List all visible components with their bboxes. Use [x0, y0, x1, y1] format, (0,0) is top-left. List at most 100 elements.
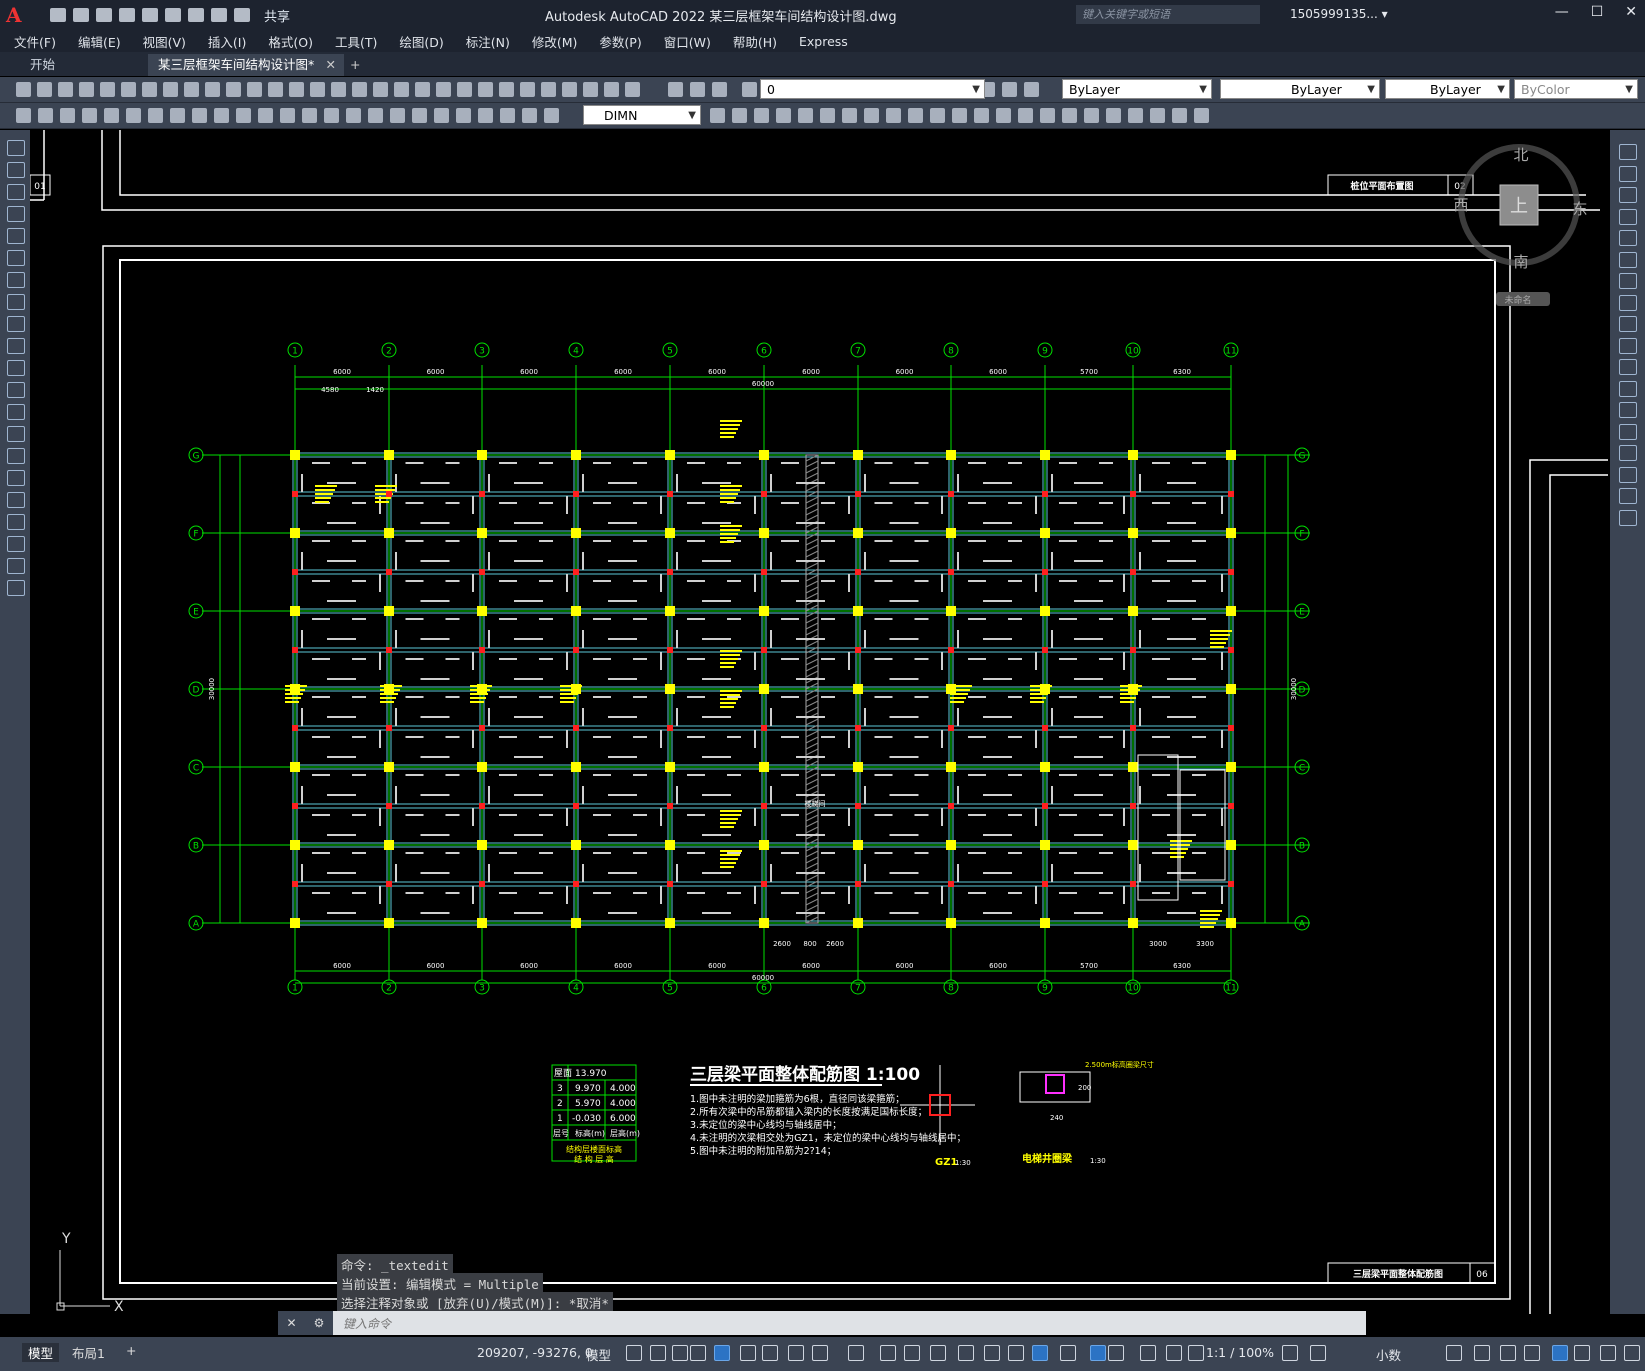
open-file-icon[interactable]	[73, 8, 89, 22]
command-input[interactable]: 键入命令	[343, 1315, 391, 1332]
status-tool-1-icon[interactable]	[626, 1345, 642, 1361]
dim-tool-19-icon[interactable]	[412, 108, 427, 123]
viewcube-wcs[interactable]: 未命名	[1504, 294, 1531, 306]
standard-tool-8-icon[interactable]	[163, 82, 178, 97]
status-tool-11-icon[interactable]	[880, 1345, 896, 1361]
standard-tool-21-icon[interactable]	[436, 82, 451, 97]
menu-help[interactable]: 帮助(H)	[733, 32, 777, 51]
viewcube-east[interactable]: 东	[1572, 200, 1587, 218]
print-icon[interactable]	[188, 8, 204, 22]
minimize-icon[interactable]: —	[1555, 4, 1569, 20]
status-tool-17-icon[interactable]	[1032, 1345, 1048, 1361]
dim-tool-4-icon[interactable]	[82, 108, 97, 123]
status-tool-31-icon[interactable]	[1574, 1345, 1590, 1361]
dim-tool-17-icon[interactable]	[368, 108, 383, 123]
dim-tool-39-icon[interactable]	[996, 108, 1011, 123]
user-account[interactable]: 1505999135... ▾	[1290, 7, 1388, 21]
draw-tool-17-icon[interactable]	[7, 492, 25, 508]
draw-tool-11-icon[interactable]	[7, 360, 25, 376]
modify-tool-15-icon[interactable]	[1619, 445, 1637, 461]
dim-tool-32-icon[interactable]	[842, 108, 857, 123]
modify-tool-14-icon[interactable]	[1619, 423, 1637, 440]
status-tool-4-icon[interactable]	[690, 1345, 706, 1361]
export-icon[interactable]	[165, 8, 181, 22]
modify-tool-7-icon[interactable]	[1619, 273, 1637, 289]
redo-icon[interactable]	[234, 8, 250, 22]
viewcube[interactable]: 上 北 南 西 东 未命名	[1453, 144, 1588, 306]
standard-tool-22-icon[interactable]	[457, 82, 472, 97]
viewcube-west[interactable]: 西	[1453, 196, 1468, 214]
status-tool-19-icon[interactable]	[1090, 1345, 1106, 1361]
dim-tool-44-icon[interactable]	[1106, 108, 1121, 123]
modify-tool-12-icon[interactable]	[1619, 380, 1637, 397]
standard-tool-14-icon[interactable]	[289, 82, 304, 97]
status-tool-13-icon[interactable]	[930, 1345, 946, 1361]
viewcube-top[interactable]: 上	[1510, 196, 1528, 217]
dim-tool-11-icon[interactable]	[236, 108, 251, 123]
modify-tool-2-icon[interactable]	[1619, 165, 1637, 182]
standard-tool-18-icon[interactable]	[373, 82, 388, 97]
status-tool-30-icon[interactable]	[1552, 1345, 1568, 1361]
standard-tool-34-icon[interactable]	[742, 82, 757, 97]
status-tool-27-icon[interactable]	[1474, 1345, 1490, 1361]
command-line[interactable]: ✕ ⚙ 键入命令	[278, 1311, 1366, 1335]
layer-tool-2-icon[interactable]	[1002, 82, 1017, 97]
save-as-icon[interactable]	[119, 8, 135, 22]
standard-tool-33-icon[interactable]	[712, 82, 727, 97]
model-space-toggle[interactable]: 模型	[586, 1345, 611, 1364]
draw-tool-6-icon[interactable]	[7, 250, 25, 266]
maximize-icon[interactable]: ☐	[1591, 4, 1604, 20]
search-input[interactable]: 键入关键字或短语	[1076, 5, 1260, 24]
modify-tool-3-icon[interactable]	[1619, 187, 1637, 203]
share-button[interactable]: 共享	[264, 6, 290, 25]
dim-tool-20-icon[interactable]	[434, 108, 449, 123]
dim-tool-13-icon[interactable]	[280, 108, 295, 123]
undo-icon[interactable]	[211, 8, 227, 22]
dim-tool-34-icon[interactable]	[886, 108, 901, 123]
status-tool-28-icon[interactable]	[1500, 1345, 1516, 1361]
modify-tool-5-icon[interactable]	[1619, 230, 1637, 246]
standard-tool-29-icon[interactable]	[604, 82, 619, 97]
standard-tool-30-icon[interactable]	[625, 82, 640, 97]
menu-parametric[interactable]: 参数(P)	[599, 32, 641, 51]
dim-tool-27-icon[interactable]	[732, 108, 747, 123]
viewcube-north[interactable]: 北	[1513, 146, 1528, 164]
modify-tool-13-icon[interactable]	[1619, 402, 1637, 418]
draw-tool-9-icon[interactable]	[7, 316, 25, 332]
menu-express[interactable]: Express	[799, 34, 848, 49]
standard-tool-17-icon[interactable]	[352, 82, 367, 97]
color-dropdown[interactable]: ByLayer ▼	[1062, 79, 1212, 99]
dimstyle-dropdown[interactable]: DIMN ▼	[583, 105, 701, 125]
draw-tool-5-icon[interactable]	[7, 228, 25, 244]
customize-cmd-icon[interactable]: ⚙	[314, 1316, 325, 1330]
dim-tool-43-icon[interactable]	[1084, 108, 1099, 123]
dim-tool-28-icon[interactable]	[754, 108, 769, 123]
menu-modify[interactable]: 修改(M)	[532, 32, 578, 51]
status-tool-26-icon[interactable]	[1446, 1345, 1462, 1361]
modify-tool-8-icon[interactable]	[1619, 294, 1637, 311]
dim-tool-47-icon[interactable]	[1172, 108, 1187, 123]
draw-tool-20-icon[interactable]	[7, 558, 25, 574]
standard-tool-24-icon[interactable]	[499, 82, 514, 97]
modify-tool-1-icon[interactable]	[1619, 144, 1637, 160]
status-tool-20-icon[interactable]	[1108, 1345, 1124, 1361]
dim-tool-14-icon[interactable]	[302, 108, 317, 123]
dim-tool-26-icon[interactable]	[710, 108, 725, 123]
menu-tools[interactable]: 工具(T)	[335, 32, 377, 51]
status-tool-33-icon[interactable]	[1624, 1345, 1640, 1361]
status-tool-15-icon[interactable]	[984, 1345, 1000, 1361]
dim-tool-40-icon[interactable]	[1018, 108, 1033, 123]
menu-file[interactable]: 文件(F)	[14, 32, 56, 51]
standard-tool-4-icon[interactable]	[79, 82, 94, 97]
dim-tool-15-icon[interactable]	[324, 108, 339, 123]
autocad-logo-icon[interactable]: A	[6, 2, 32, 28]
linetype-dropdown[interactable]: ByLayer ▼	[1220, 79, 1380, 99]
units-display[interactable]: 小数	[1376, 1345, 1401, 1364]
standard-tool-23-icon[interactable]	[478, 82, 493, 97]
viewcube-south[interactable]: 南	[1513, 253, 1528, 271]
dim-tool-41-icon[interactable]	[1040, 108, 1055, 123]
annotation-scale[interactable]: 1:1 / 100%	[1206, 1345, 1274, 1360]
tab-start[interactable]: 开始	[20, 54, 65, 76]
draw-tool-14-icon[interactable]	[7, 426, 25, 442]
standard-tool-15-icon[interactable]	[310, 82, 325, 97]
